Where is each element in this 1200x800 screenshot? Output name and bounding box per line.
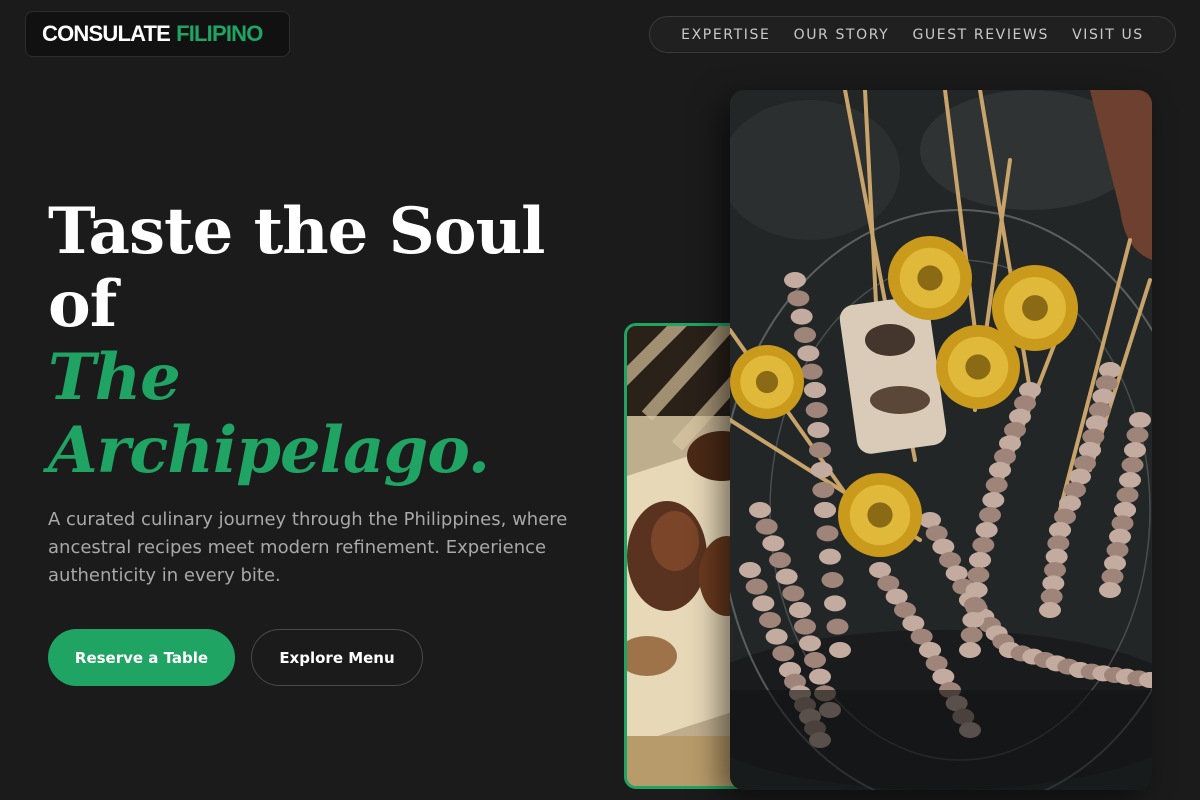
tomato-slice [730, 345, 804, 419]
isaw-segment [1082, 428, 1105, 445]
isaw-segment [1129, 412, 1151, 428]
isaw-segment [1099, 582, 1121, 598]
isaw-segment [800, 363, 823, 380]
isaw-segment [809, 668, 831, 685]
isaw-segment [772, 645, 795, 662]
isaw-segment [739, 562, 761, 578]
hero-headline: Taste the Soul of The Archipelago. [48, 195, 608, 487]
isaw-segment [804, 382, 826, 398]
headline-line-1: Taste the Soul [48, 194, 545, 269]
hero-lead: A curated culinary journey through the P… [48, 509, 568, 586]
logo-accent: FILIPINO [176, 21, 263, 46]
isaw-segment [1092, 388, 1115, 405]
nav-item-expertise[interactable]: EXPERTISE [681, 27, 770, 43]
isaw-segment [975, 522, 998, 538]
headline-line-2: of [48, 267, 117, 342]
nav-item-visit-us[interactable]: VISIT US [1072, 27, 1144, 43]
isaw-segment [809, 442, 831, 458]
isaw-segment [985, 477, 1008, 493]
isaw-segment [979, 507, 1001, 523]
headline-accent-line-1: The [48, 340, 181, 415]
logo-name: CONSULATE [42, 21, 171, 46]
isaw-segment [829, 642, 851, 658]
main-nav: EXPERTISE OUR STORY GUEST REVIEWS VISIT … [649, 16, 1176, 53]
isaw-segment [812, 482, 835, 498]
isaw-segment [1089, 402, 1111, 418]
tomato-slice [838, 473, 922, 557]
isaw-segment [1126, 427, 1149, 443]
isaw-segment [805, 402, 828, 418]
isaw-segment [819, 548, 841, 565]
isaw-segment [794, 327, 816, 343]
isaw-segment [787, 290, 810, 307]
isaw-segment [775, 568, 798, 585]
isaw-segment [1124, 442, 1146, 458]
isaw-segment [797, 345, 820, 362]
isaw-segment [765, 628, 788, 645]
isaw-segment [759, 612, 781, 628]
isaw-segment [967, 567, 990, 583]
isaw-segment [814, 502, 836, 518]
isaw-segment [982, 492, 1005, 508]
reserve-table-button[interactable]: Reserve a Table [48, 629, 235, 686]
isaw-segment [782, 585, 805, 602]
isaw-segment [762, 535, 785, 552]
isaw-segment [1119, 472, 1141, 488]
isaw-segment [824, 595, 846, 612]
isaw-segment [804, 652, 826, 668]
skewers-photo [730, 90, 1152, 790]
isaw-segment [784, 272, 806, 288]
isaw-segment [960, 627, 983, 643]
logo[interactable]: CONSULATE FILIPINO [25, 11, 290, 57]
isaw-segment [1095, 375, 1118, 392]
isaw-segment [1099, 362, 1121, 378]
isaw-segment [962, 612, 985, 628]
isaw-segment [816, 525, 839, 542]
isaw-segment [969, 552, 991, 568]
isaw-segment [1121, 457, 1144, 473]
nav-item-guest-reviews[interactable]: GUEST REVIEWS [912, 27, 1049, 43]
isaw-segment [807, 422, 830, 438]
isaw-segment [790, 308, 813, 325]
isaw-segment [769, 552, 791, 568]
isaw-segment [749, 502, 771, 518]
isaw-segment [794, 618, 816, 635]
isaw-segment [821, 572, 844, 588]
explore-menu-button[interactable]: Explore Menu [251, 629, 423, 686]
isaw-segment [752, 595, 775, 612]
isaw-segment [964, 597, 986, 613]
isaw-segment [745, 578, 768, 595]
isaw-segment [826, 618, 849, 635]
isaw-segment [972, 537, 995, 553]
isaw-segment [799, 635, 821, 652]
nav-item-our-story[interactable]: OUR STORY [794, 27, 890, 43]
tomato-slice [936, 325, 1020, 409]
headline-accent-line-2: Archipelago. [48, 413, 490, 488]
isaw-segment [810, 462, 833, 478]
isaw-segment [965, 582, 988, 598]
isaw-segment [989, 462, 1011, 478]
isaw-segment [1039, 602, 1061, 618]
isaw-segment [1116, 487, 1139, 503]
isaw-segment [755, 518, 778, 535]
isaw-segment [789, 602, 811, 618]
isaw-segment [959, 642, 981, 658]
isaw-segment [1085, 415, 1108, 432]
tomato-slice [888, 236, 972, 320]
